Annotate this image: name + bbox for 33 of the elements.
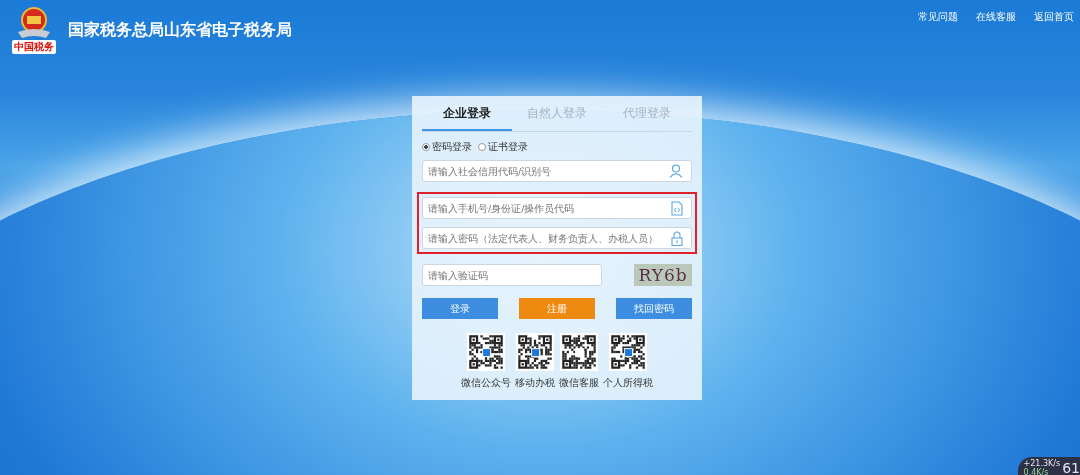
captcha-field[interactable]: 请输入验证码: [422, 264, 602, 286]
qr-code-icon[interactable]: [467, 333, 505, 371]
input-field[interactable]: 请输入社会信用代码/识别号: [422, 160, 692, 182]
emblem-caption: 中国税务: [12, 40, 56, 54]
header-link[interactable]: 常见问题: [918, 10, 958, 24]
qr-code-icon[interactable]: [560, 333, 598, 371]
header-link[interactable]: 返回首页: [1034, 10, 1074, 24]
usage-percent: 61: [1062, 460, 1080, 475]
radio-icon[interactable]: [478, 143, 486, 151]
qr-code-label: 微信公众号: [461, 376, 511, 390]
emblem-icon: [16, 6, 52, 40]
qr-code-icon[interactable]: [516, 333, 554, 371]
input-field[interactable]: 请输入手机号/身份证/操作员代码: [422, 197, 692, 219]
input-field[interactable]: 请输入密码（法定代表人、财务负责人、办税人员）: [422, 227, 692, 249]
download-speed: 0.4K/s: [1023, 468, 1050, 475]
document-icon: [671, 201, 683, 216]
site-title: 国家税务总局山东省电子税务局: [68, 19, 292, 41]
login-method-radio[interactable]: 密码登录: [422, 140, 472, 154]
user-icon: [669, 164, 683, 178]
qr-code-label: 微信客服: [559, 376, 599, 390]
login-method-radio[interactable]: 证书登录: [478, 140, 528, 154]
login-panel-button[interactable]: 找回密码: [616, 298, 692, 319]
upload-speed: +21.3K/s: [1023, 459, 1061, 468]
qr-code-label: 个人所得税: [603, 376, 653, 390]
lock-icon: [671, 231, 683, 246]
login-panel-button[interactable]: 登录: [422, 298, 498, 319]
qr-code-label: 移动办税: [515, 376, 555, 390]
radio-icon[interactable]: [422, 143, 430, 151]
captcha-image[interactable]: RY6b: [634, 264, 692, 286]
login-panel-button[interactable]: 注册: [519, 298, 595, 319]
login-tab[interactable]: 企业登录: [422, 100, 512, 131]
header-link[interactable]: 在线客服: [976, 10, 1016, 24]
qr-code-icon[interactable]: [609, 333, 647, 371]
